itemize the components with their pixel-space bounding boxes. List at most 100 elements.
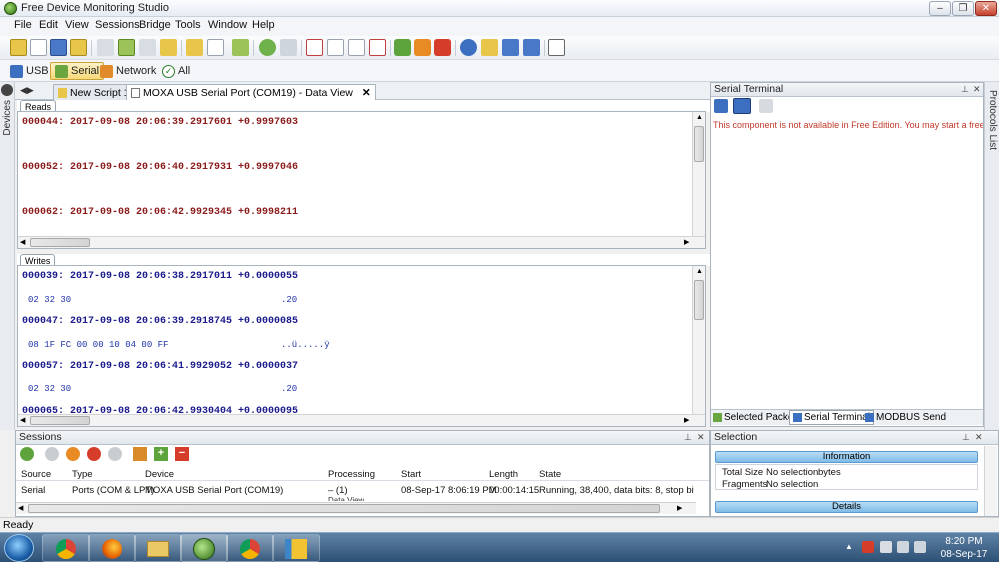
menu-tools[interactable]: Tools — [175, 19, 201, 31]
minimize-button[interactable]: – — [929, 1, 951, 16]
panel-close-icon[interactable]: ✕ — [973, 84, 981, 95]
cell-processing[interactable]: – (1) — [328, 485, 348, 496]
table-row[interactable]: Serial Ports (COM & LPT) MOXA USB Serial… — [16, 483, 709, 497]
terminal-view-icon[interactable] — [733, 98, 751, 114]
scroll-right-icon[interactable]: ▶ — [684, 238, 689, 246]
clipboard-icon[interactable] — [160, 39, 177, 56]
write-entry-header[interactable]: 000039: 2017-09-08 20:06:38.2917011 +0.0… — [22, 271, 298, 282]
session-pause-icon[interactable] — [66, 447, 80, 461]
session-add-icon[interactable]: + — [154, 447, 168, 461]
pin-icon[interactable]: ⊥ — [684, 432, 692, 443]
read-entry-header[interactable]: 000044: 2017-09-08 20:06:39.2917601 +0.9… — [22, 117, 298, 128]
writes-vertical-scrollbar[interactable]: ▲ — [692, 266, 705, 414]
terminal-connect-icon[interactable] — [714, 99, 728, 113]
taskbar-chrome-2[interactable] — [226, 534, 274, 562]
taskbar-chrome[interactable] — [42, 534, 90, 562]
session-remove-icon[interactable]: − — [175, 447, 189, 461]
col-state[interactable]: State — [539, 469, 561, 480]
session-new-icon[interactable] — [306, 39, 323, 56]
tab-data-view[interactable]: MOXA USB Serial Port (COM19) - Data View… — [126, 84, 376, 100]
scroll-left-icon[interactable]: ◀ — [18, 504, 23, 512]
network-filter-button[interactable]: Network — [96, 62, 160, 80]
tab-selected-packet[interactable]: Selected Packet — [713, 412, 796, 423]
tab-modbus-send[interactable]: MODBUS Send — [865, 412, 946, 423]
maximize-button[interactable]: ❐ — [952, 1, 974, 16]
panel-close-icon[interactable]: ✕ — [697, 432, 705, 443]
scroll-up-icon[interactable]: ▲ — [696, 268, 703, 275]
read-entry-header[interactable]: 000052: 2017-09-08 20:06:40.2917931 +0.9… — [22, 162, 298, 173]
col-type[interactable]: Type — [72, 469, 93, 480]
terminal-send-icon[interactable] — [759, 99, 773, 113]
tab-close-icon[interactable]: ✕ — [362, 87, 371, 99]
tab-new-script[interactable]: New Script 1 — [53, 84, 135, 100]
pin-icon[interactable]: ⊥ — [962, 432, 970, 443]
tray-alert-icon[interactable] — [862, 541, 874, 553]
scroll-right-icon[interactable]: ▶ — [684, 416, 689, 424]
session-play-icon[interactable] — [45, 447, 59, 461]
devices-close-icon[interactable] — [1, 84, 13, 96]
start-button[interactable] — [4, 534, 34, 562]
tab-serial-terminal[interactable]: Serial Terminal — [789, 410, 874, 425]
star-icon[interactable] — [481, 39, 498, 56]
new-icon[interactable] — [10, 39, 27, 56]
taskbar-device-monitoring[interactable] — [180, 534, 228, 562]
tray-flag-icon[interactable] — [880, 541, 892, 553]
sessions-hscroll-thumb[interactable] — [28, 504, 660, 513]
new-document-icon[interactable] — [30, 39, 47, 56]
usb-filter-button[interactable]: USB — [6, 62, 53, 80]
menu-window[interactable]: Window — [208, 19, 247, 31]
monitor-icon[interactable] — [502, 39, 519, 56]
tab-scroll-arrows[interactable]: ◀▶ — [20, 85, 34, 96]
reads-scroll-thumb[interactable] — [694, 126, 704, 162]
reads-horizontal-scrollbar[interactable]: ◀ ▶ — [18, 236, 705, 248]
tray-volume-icon[interactable] — [914, 541, 926, 553]
image-icon[interactable] — [232, 39, 249, 56]
taskbar-firefox[interactable] — [88, 534, 136, 562]
sub-row-data-view[interactable]: Data View — [328, 496, 364, 501]
uncheck-icon[interactable] — [280, 39, 297, 56]
scroll-left-icon[interactable]: ◀ — [20, 238, 25, 246]
copy-icon[interactable] — [118, 39, 135, 56]
scroll-left-icon[interactable]: ◀ — [20, 416, 25, 424]
taskbar-app[interactable] — [272, 534, 320, 562]
col-device[interactable]: Device — [145, 469, 174, 480]
session-stats-icon[interactable] — [133, 447, 147, 461]
reads-hscroll-thumb[interactable] — [30, 238, 90, 247]
col-source[interactable]: Source — [21, 469, 51, 480]
binary-icon[interactable] — [548, 39, 565, 56]
sessions-horizontal-scrollbar[interactable]: ◀ ▶ — [16, 502, 696, 514]
session-edit-icon[interactable] — [348, 39, 365, 56]
devices-side-tab[interactable]: Devices — [2, 100, 13, 136]
write-entry-header[interactable]: 000057: 2017-09-08 20:06:41.9929052 +0.0… — [22, 361, 298, 372]
filter-icon[interactable] — [460, 39, 477, 56]
menu-file[interactable]: File — [14, 19, 32, 31]
all-filter-button[interactable]: ✓ All — [158, 62, 194, 80]
paste-icon[interactable] — [139, 39, 156, 56]
session-delete-icon[interactable] — [369, 39, 386, 56]
writes-horizontal-scrollbar[interactable]: ◀ ▶ — [18, 414, 705, 426]
menu-help[interactable]: Help — [252, 19, 275, 31]
writes-hscroll-thumb[interactable] — [30, 416, 90, 425]
protocols-list-side-tab[interactable]: Protocols List — [987, 90, 998, 150]
menu-edit[interactable]: Edit — [39, 19, 58, 31]
tray-network-icon[interactable] — [897, 541, 909, 553]
session-start-icon[interactable] — [20, 447, 34, 461]
col-start[interactable]: Start — [401, 469, 421, 480]
col-length[interactable]: Length — [489, 469, 518, 480]
session-stop-icon[interactable] — [87, 447, 101, 461]
taskbar-explorer[interactable] — [134, 534, 182, 562]
windows-icon[interactable] — [523, 39, 540, 56]
document-icon[interactable] — [207, 39, 224, 56]
clock-date[interactable]: 08-Sep-17 — [936, 549, 992, 560]
show-hidden-icons[interactable]: ▲ — [845, 542, 853, 551]
write-entry-header[interactable]: 000047: 2017-09-08 20:06:39.2918745 +0.0… — [22, 316, 298, 327]
details-section-header[interactable]: Details — [715, 501, 978, 513]
session-copy-icon[interactable] — [327, 39, 344, 56]
menu-bridge[interactable]: Bridge — [139, 19, 171, 31]
save-icon[interactable] — [50, 39, 67, 56]
pause-icon[interactable] — [414, 39, 431, 56]
close-button[interactable]: ✕ — [975, 1, 997, 16]
play-icon[interactable] — [394, 39, 411, 56]
scroll-right-icon[interactable]: ▶ — [677, 504, 682, 512]
panel-close-icon[interactable]: ✕ — [975, 432, 983, 443]
